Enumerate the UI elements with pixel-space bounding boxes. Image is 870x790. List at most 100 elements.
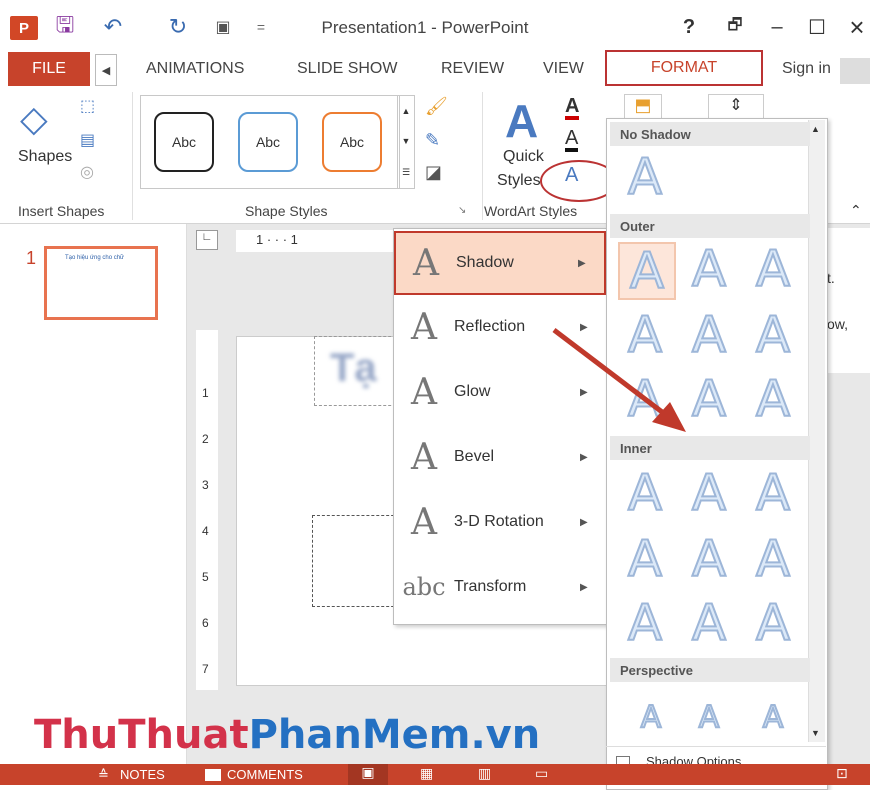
perspective-shadow-option[interactable]: A — [746, 690, 800, 744]
ruler-number: 2 — [202, 432, 209, 446]
normal-view-icon[interactable]: ▣ — [348, 764, 388, 785]
scroll-up-icon[interactable]: ▲ — [811, 124, 820, 134]
submenu-arrow-icon: ▶ — [580, 516, 588, 528]
subtitle-placeholder[interactable] — [312, 515, 404, 607]
inner-shadow-option[interactable]: A — [746, 463, 800, 523]
shape-style-dark[interactable]: Abc — [154, 112, 214, 172]
scroll-down-icon[interactable]: ▼ — [811, 728, 820, 738]
inner-shadow-option[interactable]: A — [746, 593, 800, 653]
ruler-number: 6 — [202, 616, 209, 630]
shape-fill-icon[interactable]: 🖌 — [425, 96, 448, 117]
menu-item-label: Transform — [454, 578, 527, 595]
slideshow-icon[interactable]: ▭ — [535, 765, 548, 782]
gallery-scroll[interactable]: ▲ ▼ ☰ — [397, 95, 415, 189]
ruler-number: 7 — [202, 662, 209, 676]
outer-shadow-option[interactable]: A — [618, 241, 676, 301]
bevel-icon: A — [411, 436, 437, 478]
tab-scroll-left-icon[interactable]: ◀ — [95, 54, 117, 86]
ruler-number: 1 — [202, 386, 209, 400]
gallery-scrollbar[interactable]: ▲ ▼ — [808, 120, 825, 742]
side-pane-text: t. — [827, 270, 835, 286]
no-shadow-option[interactable]: A — [618, 147, 672, 207]
redo-icon[interactable]: ↻ — [165, 14, 191, 40]
shape-outline-icon[interactable]: ✎ — [425, 130, 440, 151]
customize-qat-icon[interactable]: = — [248, 14, 274, 40]
watermark-part1: ThuThuat — [34, 712, 249, 758]
text-box-icon[interactable]: ▤ — [80, 130, 95, 150]
reading-view-icon[interactable]: ▥ — [478, 765, 491, 782]
comments-icon — [205, 769, 221, 781]
perspective-shadow-option[interactable]: A — [682, 690, 736, 744]
ribbon-display-options-button[interactable]: 🗗 — [718, 12, 752, 42]
fit-slide-icon[interactable]: ⊡ — [836, 765, 848, 782]
edit-shape-icon[interactable]: ⬚ — [80, 96, 95, 116]
dialog-launcher-icon[interactable]: ↘ — [458, 205, 466, 216]
ruler-number: 4 — [202, 524, 209, 538]
slide-sorter-icon[interactable]: ▦ — [420, 765, 433, 782]
outer-shadow-option[interactable]: A — [746, 305, 800, 365]
inner-shadow-option[interactable]: A — [682, 463, 736, 523]
wordart-text[interactable]: Tạ — [330, 346, 377, 391]
help-button[interactable]: ? — [672, 12, 706, 42]
tab-format[interactable]: FORMAT — [605, 50, 763, 86]
thumbnail-title: Tạo hiệu ứng cho chữ — [65, 255, 125, 261]
tab-selector-icon[interactable]: ∟ — [196, 230, 218, 250]
text-outline-icon[interactable]: A — [565, 128, 579, 152]
comments-button[interactable]: COMMENTS — [227, 767, 303, 782]
shadow-icon: A — [413, 242, 439, 284]
merge-shapes-icon[interactable]: ◎ — [80, 162, 94, 182]
start-from-beginning-icon[interactable]: ▣ — [210, 14, 236, 40]
outer-shadow-option[interactable]: A — [682, 239, 736, 299]
menu-item-transform[interactable]: abc Transform ▶ — [394, 555, 606, 619]
side-pane-text: ow, — [827, 316, 849, 332]
wordart-quick-styles-icon[interactable]: A — [505, 94, 538, 148]
menu-item-label: 3-D Rotation — [454, 513, 544, 530]
outer-shadow-option[interactable]: A — [746, 369, 800, 429]
shapes-icon[interactable]: ◇ — [20, 98, 64, 142]
quick-label[interactable]: Quick — [503, 148, 544, 166]
ruler-number: 5 — [202, 570, 209, 584]
glow-icon: A — [411, 371, 437, 413]
inner-shadow-option[interactable]: A — [618, 529, 672, 589]
menu-item-shadow[interactable]: A Shadow ▶ — [394, 231, 606, 295]
gallery-more-icon[interactable]: ☰ — [402, 167, 410, 178]
gallery-up-icon[interactable]: ▲ — [402, 106, 411, 116]
tab-review[interactable]: REVIEW — [441, 52, 504, 86]
tab-view[interactable]: VIEW — [543, 52, 584, 86]
inner-shadow-option[interactable]: A — [682, 593, 736, 653]
tab-slide-show[interactable]: SLIDE SHOW — [297, 52, 397, 86]
minimize-button[interactable]: – — [760, 12, 794, 42]
styles-label[interactable]: Styles — [497, 172, 541, 190]
undo-icon[interactable]: ↶ — [100, 14, 126, 40]
outer-shadow-option[interactable]: A — [746, 239, 800, 299]
collapse-ribbon-icon[interactable]: ⌃ — [850, 202, 862, 219]
shapes-label[interactable]: Shapes — [18, 148, 72, 166]
inner-shadow-option[interactable]: A — [618, 593, 672, 653]
slide-thumbnail[interactable]: Tạo hiệu ứng cho chữ — [44, 246, 158, 320]
gallery-divider — [606, 746, 826, 747]
inner-shadow-option[interactable]: A — [746, 529, 800, 589]
tab-animations[interactable]: ANIMATIONS — [146, 52, 244, 86]
tab-file[interactable]: FILE — [8, 52, 90, 86]
account-search-icon[interactable] — [840, 58, 870, 84]
perspective-shadow-option[interactable]: A — [624, 690, 678, 744]
submenu-arrow-icon: ▶ — [578, 257, 586, 269]
sign-in-link[interactable]: Sign in — [782, 52, 831, 86]
maximize-button[interactable]: ☐ — [800, 12, 834, 42]
menu-item-3d-rotation[interactable]: A 3-D Rotation ▶ — [394, 490, 606, 554]
inner-shadow-option[interactable]: A — [682, 529, 736, 589]
close-button[interactable]: × — [840, 12, 870, 42]
3d-rotation-icon: A — [411, 501, 437, 543]
ruler-number: 3 — [202, 478, 209, 492]
gallery-down-icon[interactable]: ▼ — [402, 136, 411, 146]
shape-style-blue[interactable]: Abc — [238, 112, 298, 172]
text-fill-icon[interactable]: A — [565, 96, 580, 120]
notes-icon[interactable]: ≙ — [98, 767, 109, 783]
inner-shadow-option[interactable]: A — [618, 463, 672, 523]
callout-arrow — [552, 328, 686, 432]
save-icon[interactable]: 🖫 — [52, 12, 78, 40]
notes-button[interactable]: NOTES — [120, 767, 165, 782]
shape-effects-icon[interactable]: ◪ — [425, 162, 442, 183]
reflection-icon: A — [411, 306, 437, 348]
shape-style-orange[interactable]: Abc — [322, 112, 382, 172]
